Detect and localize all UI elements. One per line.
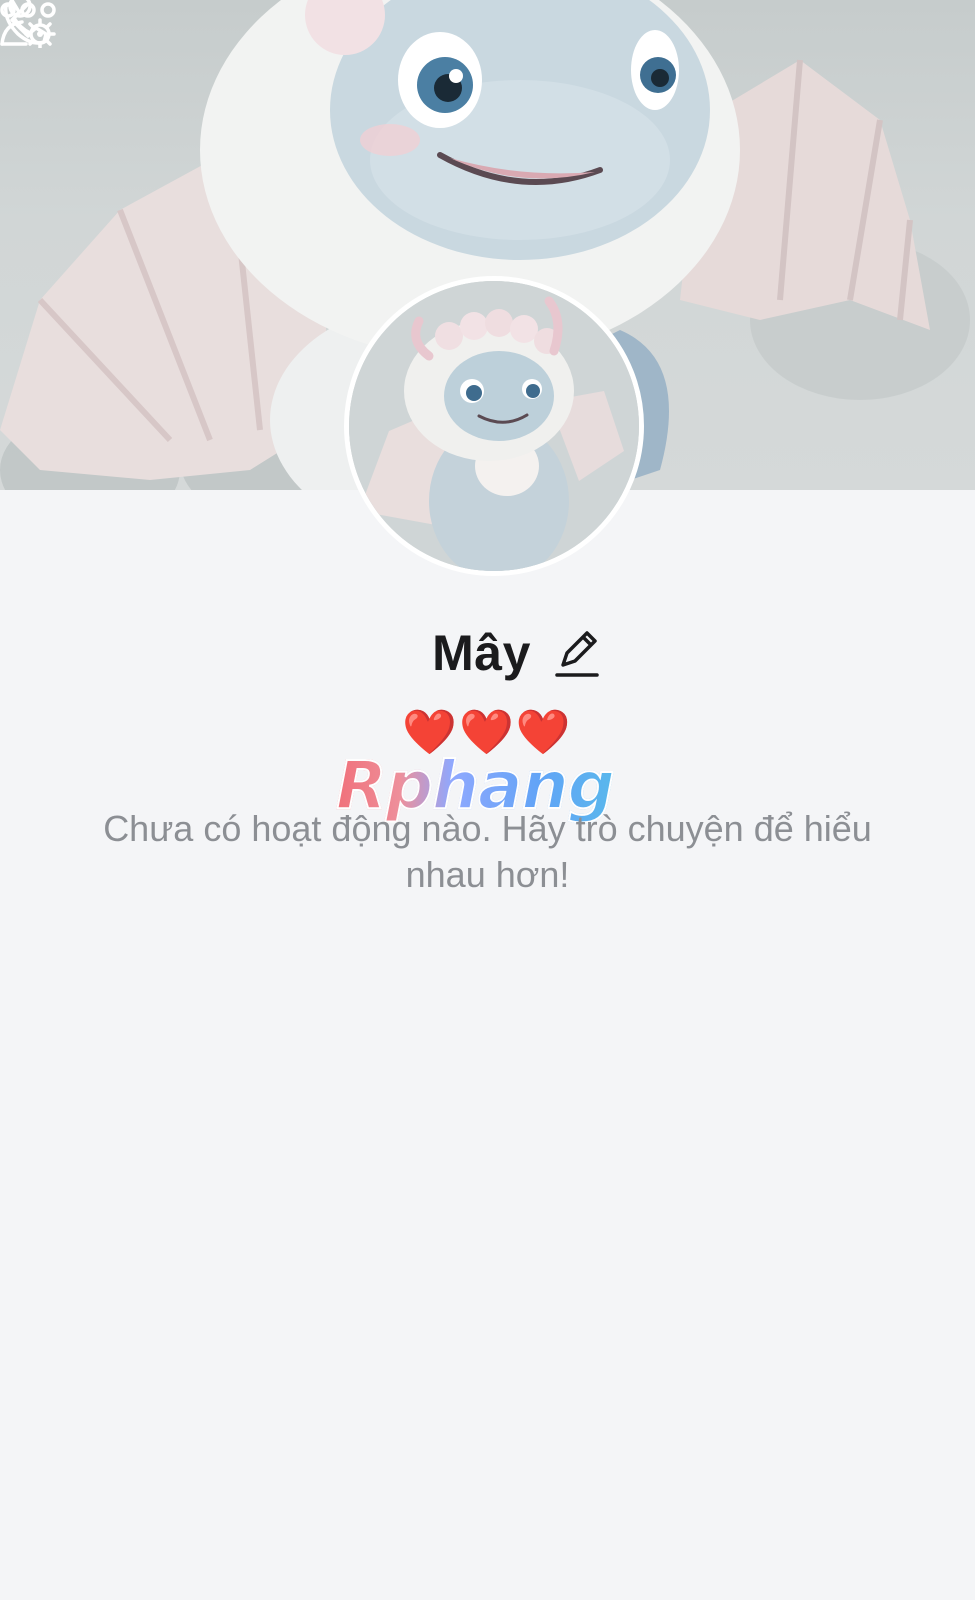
avatar[interactable] <box>344 276 644 576</box>
more-dots-icon[interactable] <box>0 0 58 24</box>
empty-activity-message: Chưa có hoạt động nào. Hãy trò chuyện để… <box>103 808 872 895</box>
pencil-icon[interactable] <box>553 627 601 679</box>
avatar-illustration <box>349 281 639 571</box>
profile-name: Mây <box>432 625 531 681</box>
profile-name-row: Mây <box>0 618 975 688</box>
